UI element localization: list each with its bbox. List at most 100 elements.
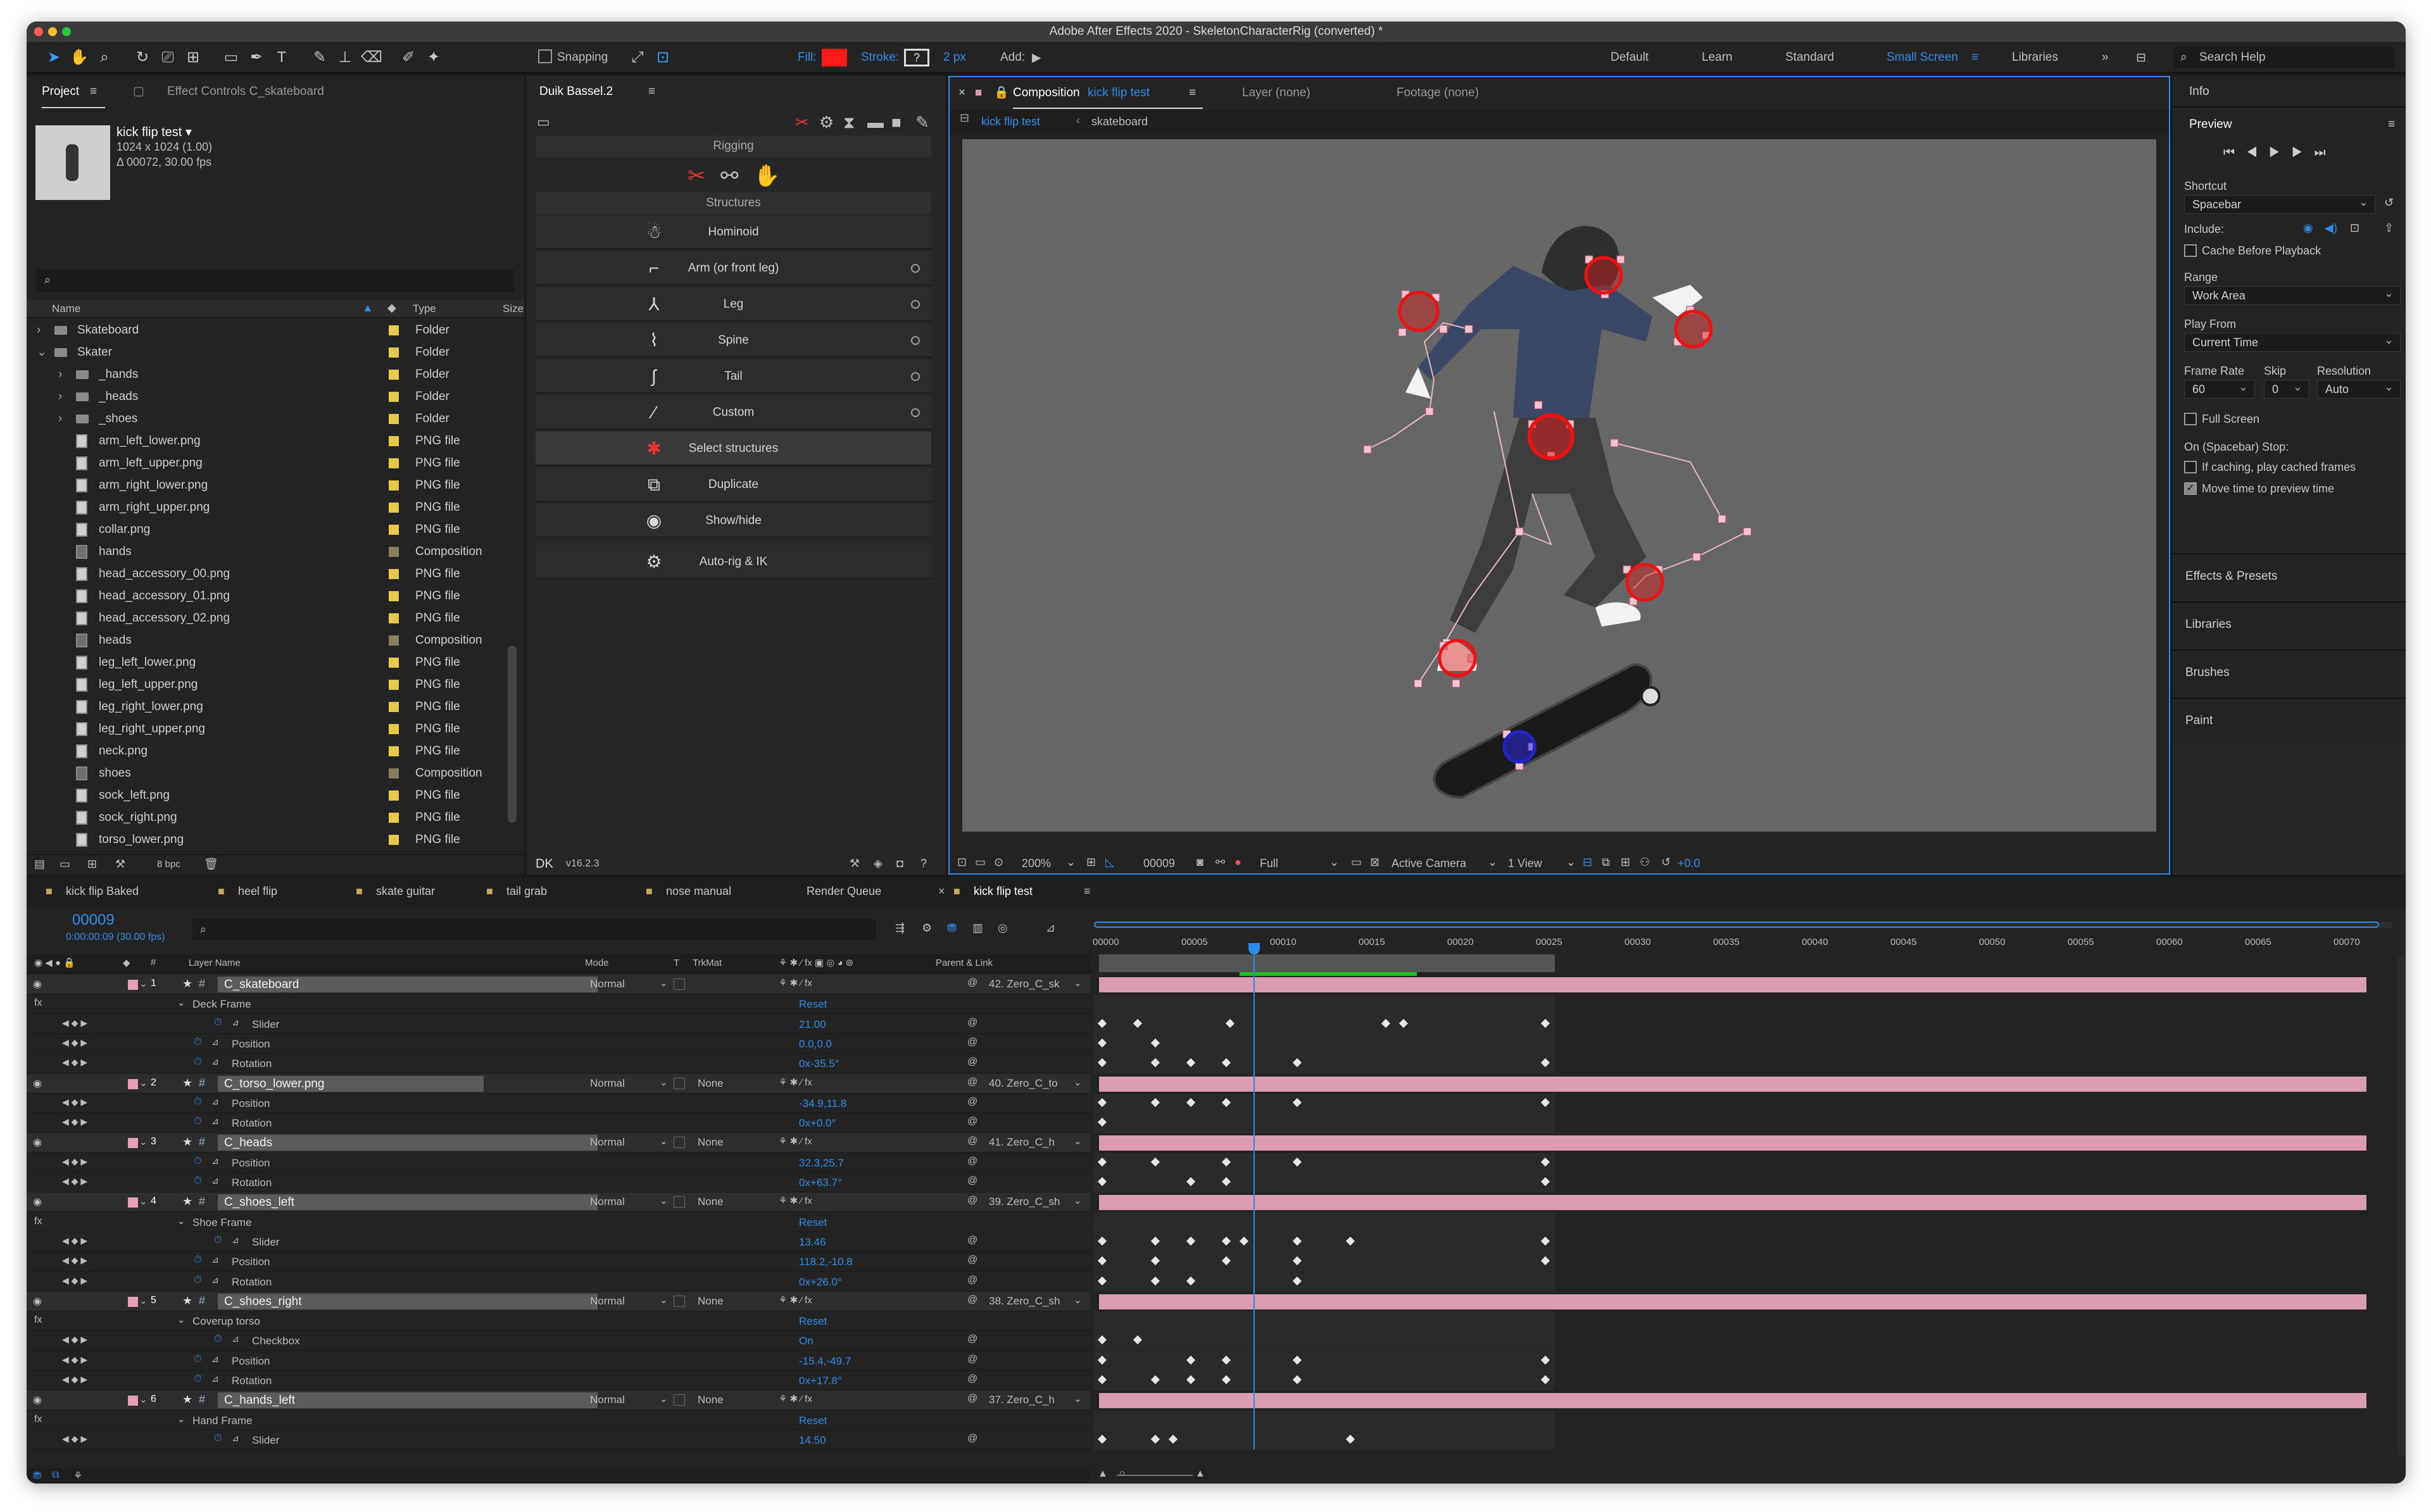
if-caching-checkbox[interactable] (2184, 461, 2197, 473)
label-swatch[interactable] (389, 525, 399, 535)
project-item[interactable]: collar.png PNG file (27, 518, 508, 540)
views-dropdown[interactable]: 1 View (1508, 857, 1542, 870)
label-swatch[interactable] (128, 1396, 138, 1406)
property-row[interactable]: ◀ ◆ ▶ ⏱ ⊿ Slider 14.50 @ (27, 1430, 1090, 1450)
keyframe-diamond[interactable] (1097, 1157, 1107, 1166)
work-area-bar[interactable] (1099, 954, 1555, 972)
label-swatch[interactable] (389, 370, 399, 380)
project-search-input[interactable]: ⌕ (35, 270, 514, 292)
timeline-track[interactable] (1094, 1371, 1555, 1390)
graph-icon[interactable]: ⊿ (211, 1096, 219, 1107)
property-row[interactable]: ◀ ◆ ▶ ⏱ ⊿ Position -34.9,11.8 @ (27, 1093, 1090, 1113)
project-item[interactable]: head_accessory_01.png PNG file (27, 585, 508, 607)
stopwatch-icon[interactable]: ⏱ (214, 1433, 222, 1444)
label-column-icon[interactable]: ◆ (387, 301, 396, 315)
tab-effect-controls[interactable]: Effect Controls C_skateboard (167, 76, 324, 108)
options-circle-icon[interactable] (911, 300, 920, 309)
label-swatch[interactable] (389, 503, 399, 513)
include-overlays-icon[interactable]: ⊡ (2350, 222, 2359, 235)
keyframe-diamond[interactable] (1097, 1118, 1107, 1127)
property-row[interactable]: ◀ ◆ ▶ ⏱ ⊿ Slider 13.46 @ (27, 1232, 1090, 1252)
preserve-transparency-checkbox[interactable] (674, 1394, 685, 1406)
mode-dropdown-icon[interactable]: ⌄ (660, 1077, 668, 1088)
project-item[interactable]: arm_right_lower.png PNG file (27, 474, 508, 496)
label-swatch[interactable] (128, 980, 138, 990)
timeline-track[interactable] (1094, 1074, 2379, 1094)
twirl-icon[interactable]: ⌄ (139, 1077, 148, 1089)
options-circle-icon[interactable] (911, 336, 920, 345)
brushes-section[interactable]: Brushes (2173, 649, 2406, 696)
include-video-icon[interactable]: ◉ (2303, 222, 2313, 235)
shortcut-select[interactable]: Spacebar (2184, 193, 2375, 214)
rig-handle[interactable] (1515, 527, 1524, 536)
keyframe-diamond[interactable] (1097, 1177, 1107, 1187)
property-value[interactable]: -15.4,-49.7 (799, 1355, 851, 1368)
workspace-libraries[interactable]: Libraries (2012, 51, 2058, 65)
play-icon[interactable]: ▶ (2269, 146, 2292, 159)
av-features-icon[interactable]: ◉ ◀ ● 🔒 (34, 957, 75, 968)
tab-project[interactable]: Project (42, 76, 79, 108)
twirl-icon[interactable]: ⌄ (139, 1196, 148, 1207)
resolution-dropdown[interactable]: Full (1260, 857, 1278, 870)
reset-exposure-icon[interactable]: ↺ (1661, 856, 1671, 869)
parent-select[interactable]: 42. Zero_C_sk (989, 978, 1060, 990)
mode-dropdown-icon[interactable]: ⌄ (660, 1393, 668, 1404)
comp-tab-name[interactable]: kick flip test (1088, 77, 1150, 109)
parent-dropdown-icon[interactable]: ⌄ (1074, 1135, 1082, 1147)
property-value[interactable]: 118.2,-10.8 (799, 1256, 853, 1268)
keyframe-nav-icon[interactable]: ◀ ◆ ▶ (62, 1116, 87, 1127)
comp-tab-menu-icon[interactable]: ≡ (1189, 77, 1196, 109)
first-frame-icon[interactable]: ⏮ (2223, 146, 2246, 159)
zoom-in-icon[interactable]: ▲ (1195, 1468, 1205, 1480)
parent-select[interactable]: 38. Zero_C_sh (989, 1295, 1060, 1308)
keyframe-nav-icon[interactable]: ◀ ◆ ▶ (62, 1097, 87, 1108)
stopwatch-icon[interactable]: ⏱ (194, 1156, 201, 1167)
label-swatch[interactable] (128, 1296, 138, 1307)
twirl-icon[interactable]: › (58, 408, 62, 430)
pick-whip-icon[interactable]: @ (967, 1077, 977, 1088)
range-select[interactable]: Work Area (2184, 284, 2401, 305)
switches-header-icon[interactable]: ⚘ ✱ ⁄ fx ▣ ◎ ◕ ⊚ (779, 957, 853, 968)
layer-switches[interactable]: ⚘ ✱ ⁄ fx (779, 1195, 812, 1206)
keyframe-diamond[interactable] (1133, 1335, 1143, 1345)
expression-pick-icon[interactable]: @ (967, 1354, 977, 1365)
graph-icon[interactable]: ⊿ (232, 1235, 239, 1246)
preserve-transparency-checkbox[interactable] (674, 1137, 685, 1149)
keyframe-diamond[interactable] (1292, 1276, 1302, 1285)
col-mode[interactable]: Mode (585, 958, 609, 968)
mode-dropdown-icon[interactable]: ⌄ (660, 1195, 668, 1206)
lock-icon[interactable]: 🔒 (994, 77, 1009, 109)
zoom-value[interactable]: 200% (1022, 857, 1051, 870)
label-swatch[interactable] (389, 436, 399, 446)
effect-reset-link[interactable]: Reset (799, 1216, 827, 1229)
tab-layer[interactable]: Layer (none) (1242, 77, 1310, 109)
keyframe-diamond[interactable] (1292, 1058, 1302, 1068)
stopwatch-icon[interactable]: ⏱ (194, 1096, 201, 1108)
property-row[interactable]: ◀ ◆ ▶ ⏱ ⊿ Rotation 0x+17.8° @ (27, 1371, 1090, 1390)
structure-leg[interactable]: ⅄ Leg (536, 287, 931, 322)
property-value[interactable]: 32.3,25.7 (799, 1157, 844, 1170)
layer-duration-bar[interactable] (1099, 1195, 2366, 1211)
parent-dropdown-icon[interactable]: ⌄ (1074, 1077, 1082, 1088)
timeline-link-icon[interactable]: ⊞ (1621, 856, 1630, 869)
chat-icon[interactable]: ◘ (896, 857, 903, 870)
project-item[interactable]: › Skateboard Folder (27, 319, 508, 341)
workspace-small-screen[interactable]: Small Screen (1887, 51, 1958, 65)
twirl-icon[interactable]: › (58, 385, 62, 408)
twirl-icon[interactable]: ⌄ (177, 1413, 185, 1425)
keyframe-diamond[interactable] (1292, 1157, 1302, 1166)
structure-tail[interactable]: ∫ Tail (536, 359, 931, 394)
parent-dropdown-icon[interactable]: ⌄ (1074, 977, 1082, 989)
mode-select[interactable]: Normal (590, 978, 625, 990)
graph-icon[interactable]: ⊿ (211, 1373, 219, 1384)
layer-switches[interactable]: ⚘ ✱ ⁄ fx (779, 1294, 812, 1306)
layer-row[interactable]: ◉ ⌄ 3 ★ # C_heads Normal ⌄ None ⚘ ✱ ⁄ fx @41. Zero… (27, 1133, 1090, 1153)
keyframe-diamond[interactable] (1540, 1058, 1550, 1068)
twirl-icon[interactable]: ⌄ (177, 997, 185, 1008)
keyframe-diamond[interactable] (1097, 1018, 1107, 1028)
property-row[interactable]: ◀ ◆ ▶ ⏱ ⊿ Position -15.4,-49.7 @ (27, 1351, 1090, 1371)
zoom-window-button[interactable] (62, 27, 71, 36)
twirl-icon[interactable]: ⌄ (139, 1394, 148, 1405)
snap-options-icon[interactable]: ⤢ (628, 48, 647, 67)
layer-name[interactable]: C_hands_left (218, 1392, 598, 1409)
